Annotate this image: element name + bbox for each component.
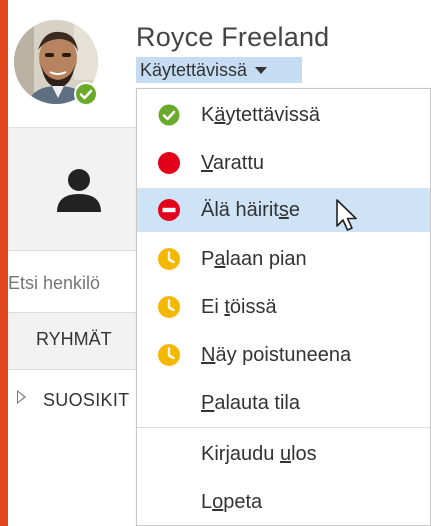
menu-item-label: Varattu [201, 151, 265, 174]
menu-item-reset-status[interactable]: Palauta tila [137, 381, 430, 425]
presence-badge [74, 82, 98, 106]
menu-item-label: Palauta tila [201, 391, 300, 414]
menu-item-available[interactable]: Käytettävissä [137, 93, 430, 137]
menu-item-label: Lopeta [201, 490, 263, 513]
menu-item-be-right-back[interactable]: Palaan pian [137, 237, 430, 281]
expand-triangle-icon[interactable] [17, 390, 26, 404]
chevron-down-icon [255, 66, 268, 74]
menu-item-off-work[interactable]: Ei töissä [137, 285, 430, 329]
clock-icon [158, 344, 180, 366]
menu-item-sign-out[interactable]: Kirjaudu ulos [137, 432, 430, 476]
status-menu: Käytettävissä Varattu Älä häiritse Palaa… [136, 88, 431, 526]
menu-item-exit[interactable]: Lopeta [137, 480, 430, 524]
available-check-icon [76, 84, 96, 104]
search-input[interactable] [8, 264, 140, 302]
available-check-icon [158, 104, 180, 126]
person-icon [57, 169, 101, 212]
menu-item-busy[interactable]: Varattu [137, 141, 430, 185]
menu-item-label: Kirjaudu ulos [201, 442, 317, 465]
clock-icon [158, 296, 180, 318]
menu-item-appear-away[interactable]: Näy poistuneena [137, 333, 430, 377]
menu-separator [137, 427, 430, 428]
menu-item-do-not-disturb[interactable]: Älä häiritse [137, 188, 430, 232]
do-not-disturb-icon [158, 199, 180, 221]
status-dropdown-label: Käytettävissä [140, 59, 248, 80]
menu-item-label: Älä häiritse [201, 198, 300, 221]
user-name: Royce Freeland [136, 22, 330, 52]
mouse-pointer-icon [336, 199, 357, 231]
group-favorites-label: SUOSIKIT [43, 390, 130, 410]
menu-item-label: Ei töissä [201, 295, 277, 318]
busy-dot-icon [158, 152, 180, 174]
tab-groups[interactable]: RYHMÄT [36, 329, 112, 350]
menu-item-label: Käytettävissä [201, 103, 320, 126]
status-dropdown[interactable]: Käytettävissä [136, 57, 302, 83]
clock-icon [158, 248, 180, 270]
contacts-tab-button[interactable] [55, 168, 103, 217]
menu-item-label: Palaan pian [201, 247, 307, 270]
menu-item-label: Näy poistuneena [201, 343, 352, 366]
